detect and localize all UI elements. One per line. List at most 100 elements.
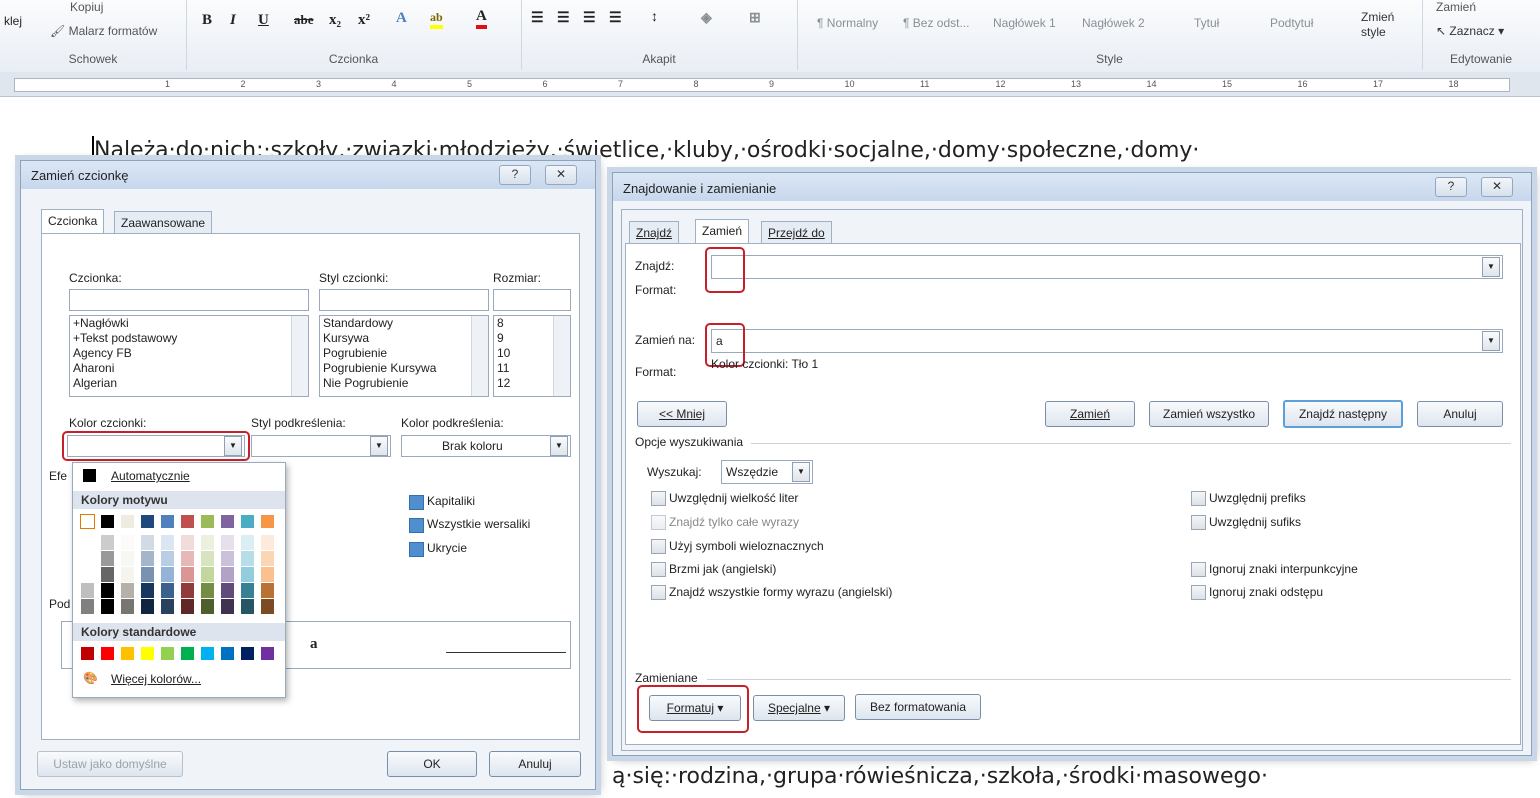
font-style-list[interactable]: Standardowy Kursywa Pogrubienie Pogrubie…	[319, 315, 489, 397]
list-item[interactable]: +Tekst podstawowy	[70, 331, 308, 346]
allcaps-checkbox[interactable]	[409, 518, 424, 533]
theme-color-swatch[interactable]	[201, 567, 214, 582]
chevron-down-icon[interactable]: ▼	[1482, 331, 1500, 351]
subscript-button[interactable]: x₂	[329, 12, 341, 29]
tab-replace[interactable]: Zamień	[695, 219, 750, 244]
font-input[interactable]	[69, 289, 309, 311]
chevron-down-icon[interactable]: ▼	[550, 436, 568, 456]
standard-color-swatch[interactable]	[261, 647, 274, 660]
theme-color-swatch[interactable]	[101, 567, 114, 582]
standard-color-swatch[interactable]	[241, 647, 254, 660]
theme-color-swatch[interactable]	[161, 535, 174, 550]
theme-color-swatch[interactable]	[221, 567, 234, 582]
theme-color-swatch[interactable]	[121, 551, 134, 566]
list-item[interactable]: +Nagłówki	[70, 316, 308, 331]
smallcaps-checkbox[interactable]	[409, 495, 424, 510]
theme-color-swatch[interactable]	[201, 515, 214, 528]
theme-color-swatch[interactable]	[121, 515, 134, 528]
theme-color-swatch[interactable]	[181, 551, 194, 566]
theme-color-swatch[interactable]	[181, 583, 194, 598]
more-colors-button[interactable]: 🎨 Więcej kolorów...	[79, 669, 281, 689]
superscript-button[interactable]: x²	[358, 12, 370, 29]
list-item[interactable]: Pogrubienie	[320, 346, 488, 361]
standard-color-swatch[interactable]	[101, 647, 114, 660]
hidden-checkbox[interactable]	[409, 542, 424, 557]
theme-color-swatch[interactable]	[80, 514, 95, 529]
list-item[interactable]: Pogrubienie Kursywa	[320, 361, 488, 376]
theme-color-swatch[interactable]	[161, 599, 174, 614]
special-button[interactable]: Specjalne ▾	[753, 695, 845, 721]
text-effects-icon[interactable]: A	[396, 10, 407, 27]
theme-color-swatch[interactable]	[261, 551, 274, 566]
theme-color-swatch[interactable]	[161, 567, 174, 582]
theme-color-swatch[interactable]	[101, 599, 114, 614]
theme-color-swatch[interactable]	[161, 583, 174, 598]
theme-color-swatch[interactable]	[261, 567, 274, 582]
font-list[interactable]: +Nagłówki +Tekst podstawowy Agency FB Ah…	[69, 315, 309, 397]
standard-color-swatch[interactable]	[141, 647, 154, 660]
theme-color-swatch[interactable]	[181, 535, 194, 550]
line-spacing-icon[interactable]: ↕	[651, 10, 658, 26]
list-item[interactable]: Aharoni	[70, 361, 308, 376]
replace-button[interactable]: Zamień	[1436, 0, 1476, 14]
theme-color-swatch[interactable]	[201, 535, 214, 550]
replace-all-button[interactable]: Zamień wszystko	[1149, 401, 1269, 427]
highlight-icon[interactable]: ab	[430, 10, 443, 29]
theme-color-swatch[interactable]	[141, 551, 154, 566]
cancel-button[interactable]: Anuluj	[489, 751, 581, 777]
theme-color-swatch[interactable]	[221, 551, 234, 566]
theme-color-swatch[interactable]	[101, 551, 114, 566]
theme-color-swatch[interactable]	[261, 515, 274, 528]
format-painter-button[interactable]: 🖌 Malarz formatów	[50, 24, 157, 38]
theme-color-swatch[interactable]	[141, 535, 154, 550]
theme-color-swatch[interactable]	[161, 515, 174, 528]
theme-color-swatch[interactable]	[221, 535, 234, 550]
theme-color-swatch[interactable]	[241, 583, 254, 598]
replace-button[interactable]: Zamień	[1045, 401, 1135, 427]
document-line-last[interactable]: ą·się:·rodzina,·grupa·rówieśnicza,·szkoł…	[612, 764, 1268, 789]
font-style-input[interactable]	[319, 289, 489, 311]
style-normal[interactable]: ¶ Normalny	[817, 16, 878, 30]
theme-color-swatch[interactable]	[121, 567, 134, 582]
list-item[interactable]: Agency FB	[70, 346, 308, 361]
theme-color-swatch[interactable]	[81, 551, 94, 566]
tab-font[interactable]: Czcionka	[41, 209, 105, 234]
chevron-down-icon[interactable]: ▼	[1482, 257, 1500, 277]
theme-color-swatch[interactable]	[141, 599, 154, 614]
theme-color-swatch[interactable]	[261, 583, 274, 598]
style-heading-1[interactable]: Nagłówek 1	[993, 16, 1056, 30]
close-button[interactable]: ✕	[1481, 177, 1513, 197]
underline-color-select[interactable]: Brak koloru ▼	[401, 435, 571, 457]
find-next-button[interactable]: Znajdź następny	[1283, 400, 1403, 428]
wildcards-checkbox[interactable]	[651, 539, 666, 554]
theme-color-swatch[interactable]	[161, 551, 174, 566]
strikethrough-button[interactable]: abe	[294, 12, 314, 28]
standard-color-swatch[interactable]	[181, 647, 194, 660]
theme-color-swatch[interactable]	[201, 551, 214, 566]
theme-color-swatch[interactable]	[241, 551, 254, 566]
theme-color-swatch[interactable]	[81, 535, 94, 550]
underline-button[interactable]: U	[258, 12, 269, 29]
theme-color-swatch[interactable]	[261, 599, 274, 614]
standard-color-swatch[interactable]	[221, 647, 234, 660]
theme-color-swatch[interactable]	[141, 515, 154, 528]
italic-button[interactable]: I	[230, 12, 236, 29]
align-left-icon[interactable]: ☰	[531, 10, 544, 27]
size-list[interactable]: 8 9 10 11 12	[493, 315, 571, 397]
theme-color-swatch[interactable]	[121, 535, 134, 550]
theme-color-swatch[interactable]	[181, 567, 194, 582]
automatic-color[interactable]: Automatycznie	[79, 467, 281, 485]
style-subtitle[interactable]: Podtytuł	[1270, 16, 1313, 30]
style-heading-2[interactable]: Nagłówek 2	[1082, 16, 1145, 30]
shading-icon[interactable]: ◈	[701, 10, 712, 27]
copy-button[interactable]: Kopiuj	[70, 0, 103, 14]
find-dialog-titlebar[interactable]: Znajdowanie i zamienianie ? ✕	[613, 173, 1531, 201]
theme-color-swatch[interactable]	[221, 515, 234, 528]
less-button[interactable]: << Mniej	[637, 401, 727, 427]
font-color-icon[interactable]: A	[476, 8, 487, 29]
theme-color-swatch[interactable]	[81, 567, 94, 582]
align-right-icon[interactable]: ☰	[583, 10, 596, 27]
tab-goto[interactable]: Przejdź do	[761, 221, 832, 244]
theme-color-swatch[interactable]	[121, 583, 134, 598]
ignore-whitespace-checkbox[interactable]	[1191, 585, 1206, 600]
